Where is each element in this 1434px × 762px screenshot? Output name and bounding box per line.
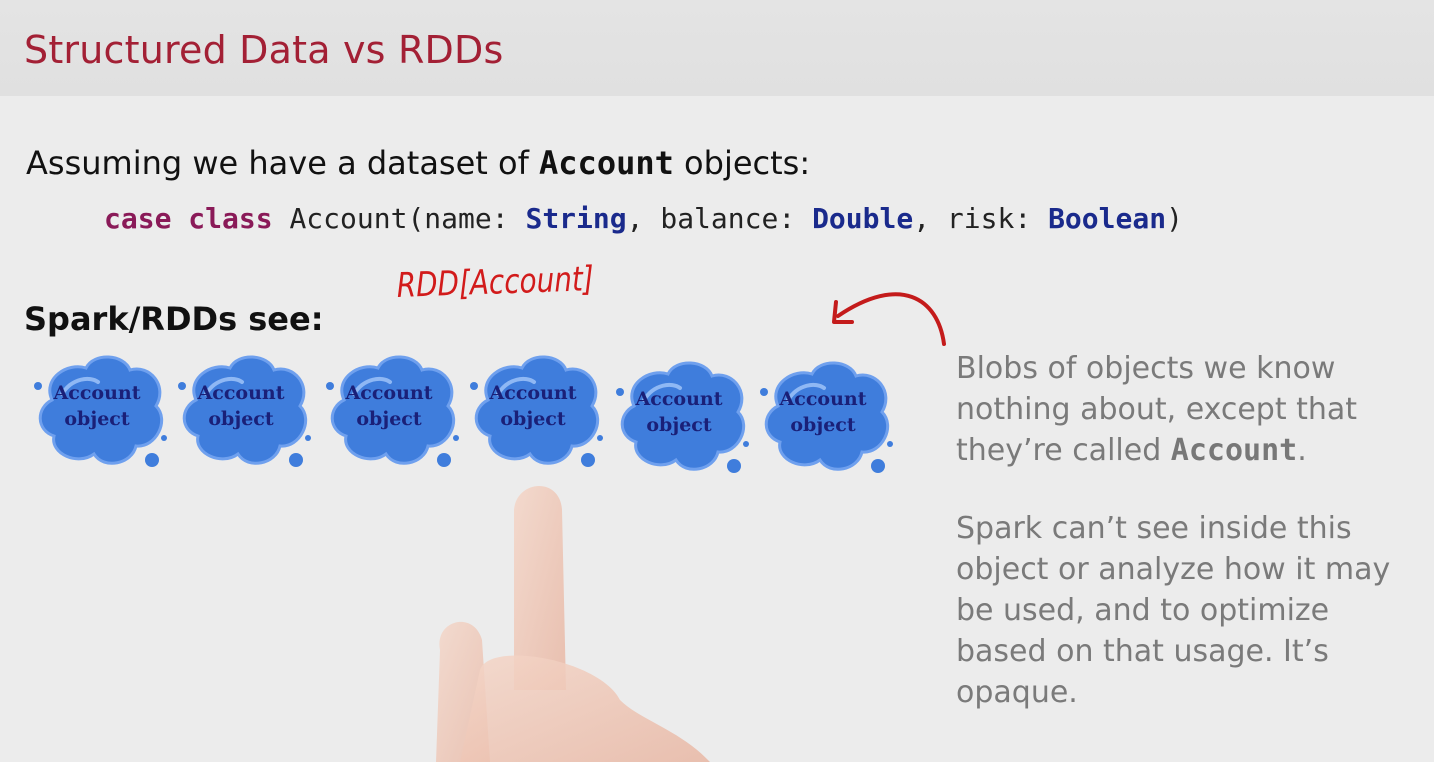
blob-label-line1: Account (779, 388, 867, 410)
side-note-1-end: . (1297, 433, 1307, 468)
side-note-blobs: Blobs of objects we know nothing about, … (956, 348, 1406, 471)
blob-label-line1: Account (53, 382, 141, 404)
account-blob: Account object (176, 348, 316, 478)
side-note-opaque: Spark can’t see inside this object or an… (956, 511, 1391, 710)
account-blob: Account object (32, 348, 172, 478)
account-blob: Account object (468, 348, 608, 478)
account-blob: Account object (324, 348, 464, 478)
side-note-1-keyword: Account (1170, 433, 1298, 468)
blob-label-line2: object (500, 408, 566, 430)
account-blob: Account object (614, 354, 754, 484)
blob-label-line2: object (356, 408, 422, 430)
curved-arrow-icon (832, 292, 946, 346)
blob-label-line1: Account (345, 382, 433, 404)
blob-label-line2: object (208, 408, 274, 430)
account-blob: Account object (758, 354, 898, 484)
blob-label-line1: Account (197, 382, 285, 404)
blob-label-line1: Account (635, 388, 723, 410)
blob-label-line2: object (790, 414, 856, 436)
blob-label-line2: object (646, 414, 712, 436)
blob-label-line2: object (64, 408, 130, 430)
blob-label-line1: Account (489, 382, 577, 404)
